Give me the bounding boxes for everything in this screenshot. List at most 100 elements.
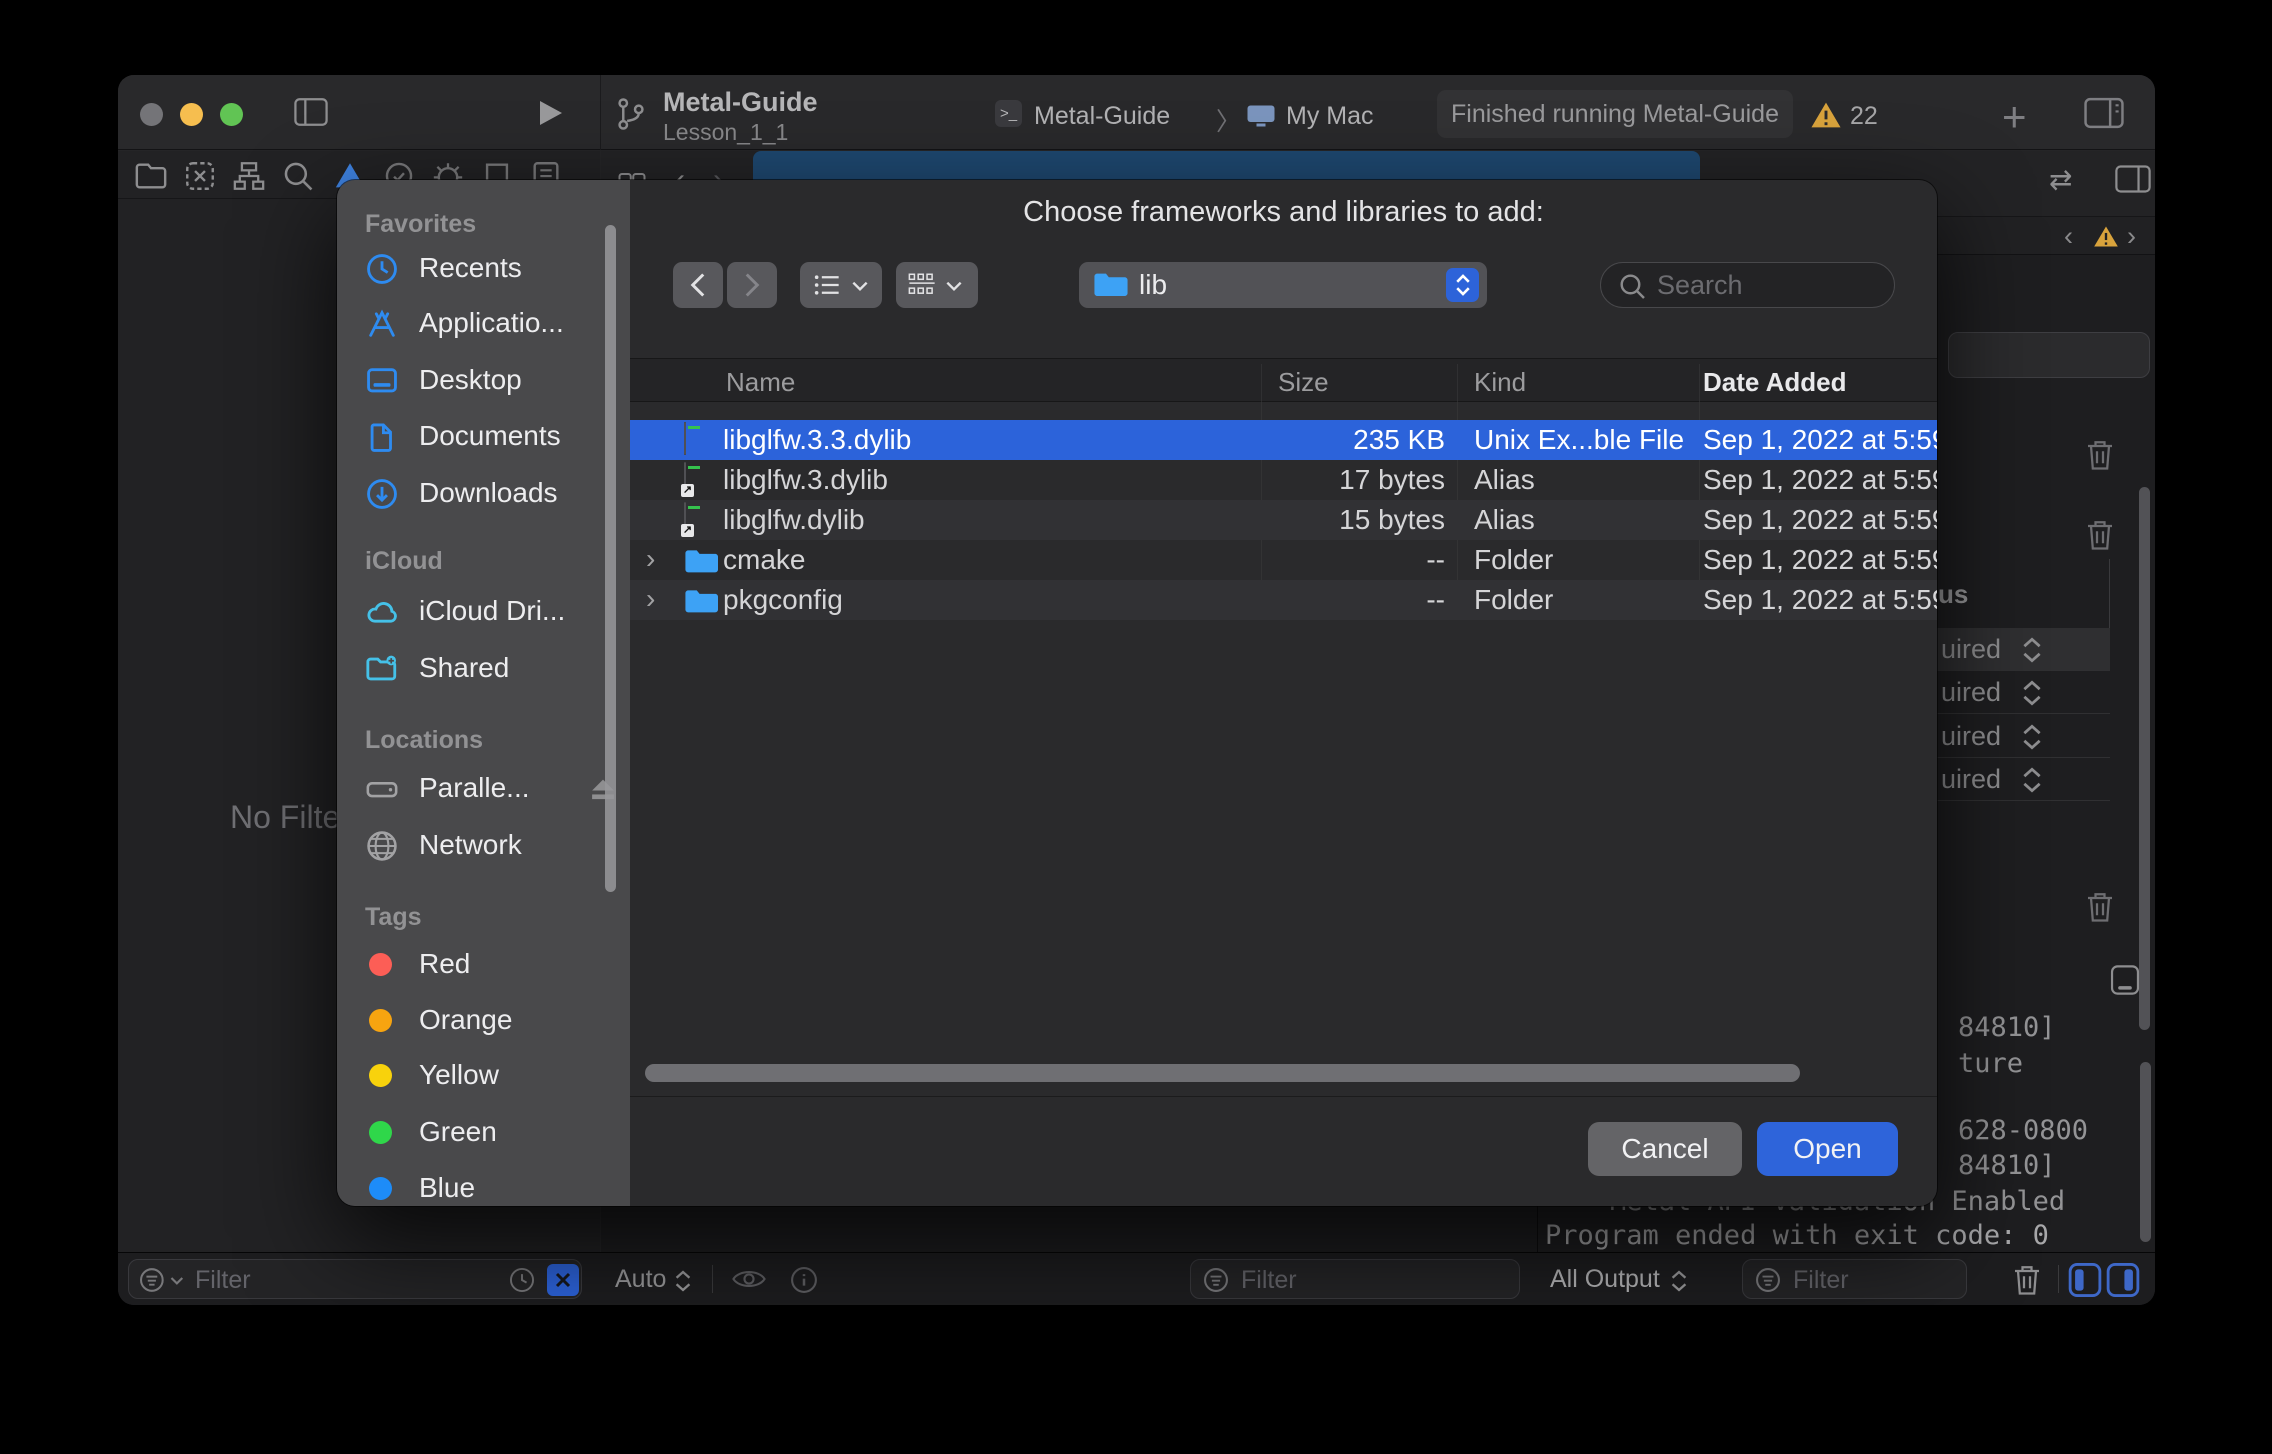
sidebar-item-downloads[interactable]: Downloads xyxy=(353,471,603,515)
clear-console-trash-icon[interactable] xyxy=(2012,1263,2042,1297)
project-navigator-icon[interactable] xyxy=(134,159,168,193)
filter-options-icon[interactable] xyxy=(139,1267,185,1293)
toggle-variables-view-icon[interactable] xyxy=(2068,1262,2102,1298)
filter-icon xyxy=(1203,1267,1229,1293)
forward-button[interactable] xyxy=(727,262,777,308)
sidebar-scrollbar[interactable] xyxy=(605,225,616,892)
debug-bottom-bar: Filter Auto Filte xyxy=(118,1252,2155,1305)
warning-count[interactable]: 22 xyxy=(1850,102,1878,131)
toggle-navigator-icon[interactable] xyxy=(294,97,328,127)
info-icon[interactable] xyxy=(790,1266,818,1294)
back-button[interactable] xyxy=(673,262,723,308)
trash-icon[interactable] xyxy=(2085,438,2115,472)
find-navigator-icon[interactable] xyxy=(281,159,315,193)
required-row[interactable]: uired xyxy=(1937,671,2110,714)
cloud-icon xyxy=(365,595,399,629)
jumpbar-warning-icon[interactable] xyxy=(2093,225,2119,248)
sidebar-item-tag-green[interactable]: Green xyxy=(353,1110,603,1154)
sidebar-item-tag-orange[interactable]: Orange xyxy=(353,998,603,1042)
disclosure-chevron-icon[interactable]: › xyxy=(646,543,655,575)
sidebar-item-desktop[interactable]: Desktop xyxy=(353,358,603,402)
variables-filter-field[interactable]: Filter xyxy=(1190,1259,1520,1299)
horizontal-scrollbar[interactable] xyxy=(645,1064,1800,1082)
sidebar-item-tag-yellow[interactable]: Yellow xyxy=(353,1053,603,1097)
run-button[interactable] xyxy=(538,99,564,127)
file-row[interactable]: ↗ libglfw.dylib 15 bytes Alias Sep 1, 20… xyxy=(630,500,1937,540)
console-scrollbar[interactable] xyxy=(2140,1062,2151,1242)
stepper-icon xyxy=(1670,1269,1688,1293)
tag-dot-red xyxy=(369,953,392,976)
editor-scrollbar[interactable] xyxy=(2139,487,2150,1030)
popup-stepper[interactable] xyxy=(1446,268,1479,302)
console-filter-field[interactable]: Filter xyxy=(1742,1259,1967,1299)
folder-icon xyxy=(684,547,718,575)
titlebar-divider xyxy=(600,75,601,150)
required-row[interactable]: uired xyxy=(1937,715,2110,758)
swap-editor-icon[interactable]: ⇄ xyxy=(2049,163,2072,196)
run-destination[interactable]: My Mac xyxy=(1286,102,1374,131)
navigator-filter-field[interactable]: Filter xyxy=(128,1259,582,1299)
current-folder-name: lib xyxy=(1139,269,1167,301)
scheme-name[interactable]: Metal-Guide xyxy=(1034,102,1170,131)
column-header-name[interactable]: Name xyxy=(726,367,795,398)
divider xyxy=(712,1265,713,1293)
hide-console-icon[interactable] xyxy=(2110,964,2140,996)
toggle-inspector-icon[interactable] xyxy=(2084,97,2124,129)
open-button[interactable]: Open xyxy=(1757,1122,1898,1176)
sidebar-item-applications[interactable]: Applicatio... xyxy=(353,301,603,345)
status-column-fragment: us xyxy=(1938,579,1968,610)
file-row-selected[interactable]: libglfw.3.3.dylib 235 KB Unix Ex...ble F… xyxy=(630,420,1937,460)
sidebar-item-documents[interactable]: Documents xyxy=(353,414,603,458)
folder-row[interactable]: › pkgconfig -- Folder Sep 1, 2022 at 5:5… xyxy=(630,580,1937,620)
sidebar-item-tag-blue[interactable]: Blue xyxy=(353,1166,603,1210)
cancel-button[interactable]: Cancel xyxy=(1588,1122,1742,1176)
console-line: Program ended with exit code: 0 xyxy=(1545,1220,2049,1251)
search-field[interactable]: Search xyxy=(1600,262,1895,308)
column-header-size[interactable]: Size xyxy=(1278,367,1329,398)
symbol-navigator-icon[interactable] xyxy=(232,159,266,193)
console-output-mode[interactable]: All Output xyxy=(1550,1265,1660,1294)
minimize-button[interactable] xyxy=(180,103,203,126)
sidebar-item-parallels[interactable]: Paralle... xyxy=(353,766,603,810)
sidebar-item-icloud-drive[interactable]: iCloud Dri... xyxy=(353,589,603,633)
sidebar-item-tag-red[interactable]: Red xyxy=(353,942,603,986)
recent-filter-icon[interactable] xyxy=(509,1267,535,1293)
column-header-date-added[interactable]: Date Added xyxy=(1703,367,1847,398)
console-line: 84810] xyxy=(1958,1012,2056,1043)
list-view-button[interactable] xyxy=(800,262,882,308)
source-control-navigator-icon[interactable] xyxy=(183,159,217,193)
tag-dot-blue xyxy=(369,1177,392,1200)
filter-placeholder: Filter xyxy=(1241,1266,1297,1295)
clock-icon xyxy=(365,252,399,286)
column-header-kind[interactable]: Kind xyxy=(1474,367,1526,398)
editor-options-icon[interactable] xyxy=(2115,165,2151,193)
document-icon xyxy=(365,420,399,454)
variables-view-mode[interactable]: Auto xyxy=(615,1265,666,1294)
navigator-empty-text: No Filte xyxy=(230,799,340,836)
file-row[interactable]: ↗ libglfw.3.dylib 17 bytes Alias Sep 1, … xyxy=(630,460,1937,500)
trash-icon[interactable] xyxy=(2085,890,2115,924)
close-button[interactable] xyxy=(140,103,163,126)
folder-row[interactable]: › cmake -- Folder Sep 1, 2022 at 5:59 xyxy=(630,540,1937,580)
group-view-button[interactable] xyxy=(896,262,978,308)
add-editor-button[interactable]: + xyxy=(2002,93,2027,141)
quicklook-eye-icon[interactable] xyxy=(732,1266,766,1292)
sidebar-item-recents[interactable]: Recents xyxy=(353,246,603,290)
warning-icon[interactable] xyxy=(1810,101,1842,129)
sidebar-item-shared[interactable]: Shared xyxy=(353,646,603,690)
sidebar-item-network[interactable]: Network xyxy=(353,823,603,867)
next-issue-icon[interactable]: › xyxy=(2127,221,2136,252)
scheme-icon: >_ xyxy=(995,100,1022,127)
required-row[interactable]: uired xyxy=(1937,758,2110,801)
previous-issue-icon[interactable]: ‹ xyxy=(2064,221,2073,252)
current-folder-popup[interactable]: lib xyxy=(1079,262,1487,308)
background-field xyxy=(1948,332,2150,378)
divider xyxy=(2058,1265,2059,1293)
trash-icon[interactable] xyxy=(2085,518,2115,552)
toggle-console-view-icon[interactable] xyxy=(2106,1262,2140,1298)
clear-filter-button[interactable] xyxy=(547,1264,579,1296)
required-row[interactable]: uired xyxy=(1937,628,2110,671)
zoom-button[interactable] xyxy=(220,103,243,126)
alias-file-icon: ↗ xyxy=(684,503,714,537)
disclosure-chevron-icon[interactable]: › xyxy=(646,583,655,615)
